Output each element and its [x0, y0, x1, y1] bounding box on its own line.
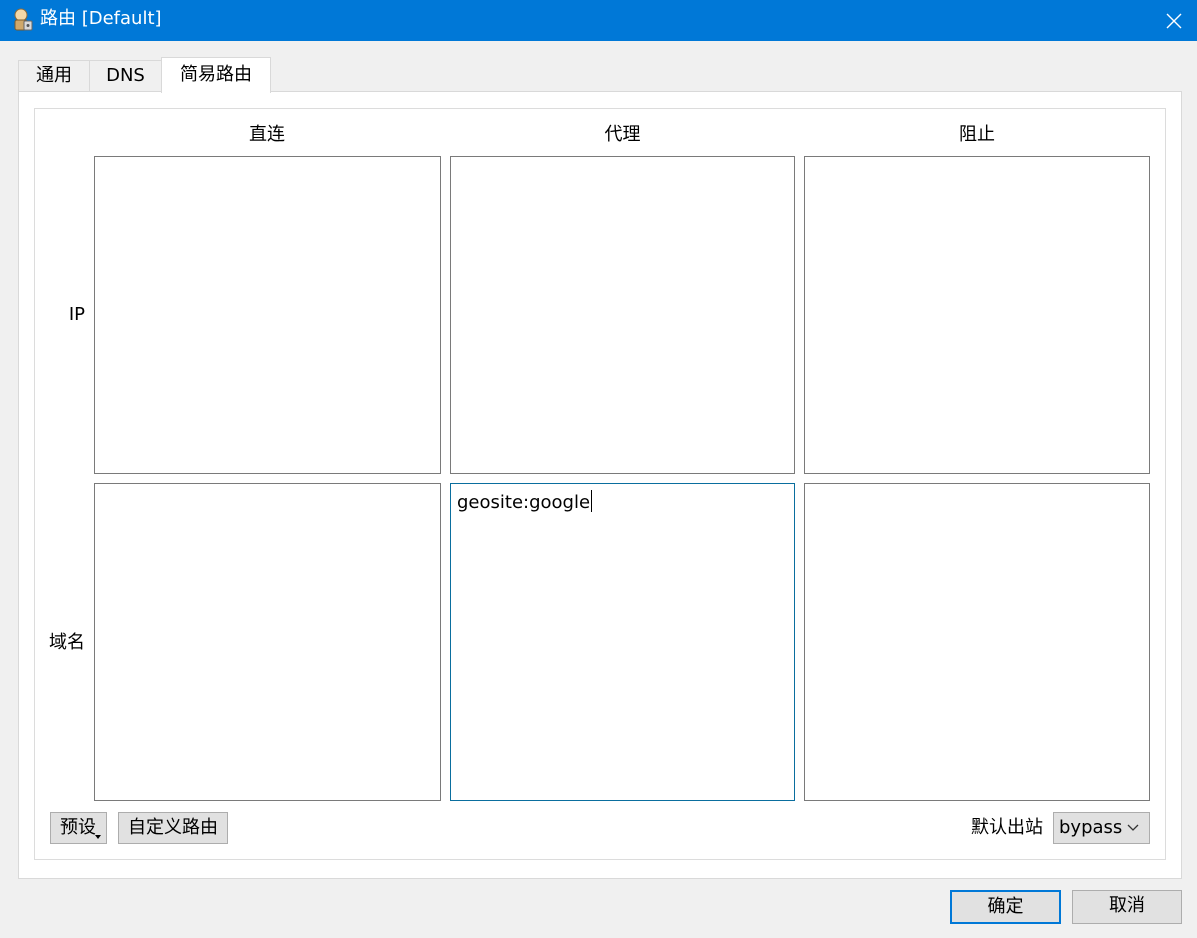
ip-block-textbox[interactable] [804, 156, 1150, 474]
default-outbound-label: 默认出站 [971, 817, 1043, 838]
app-icon [14, 8, 33, 31]
cancel-button[interactable]: 取消 [1072, 890, 1182, 924]
routing-group: 直连 代理 阻止 IP 域名 geosite:google 预设 自定义路由 默… [34, 108, 1166, 860]
text-caret [591, 490, 593, 512]
window-title: 路由 [Default] [40, 8, 162, 29]
custom-routing-button[interactable]: 自定义路由 [118, 812, 228, 844]
ok-button[interactable]: 确定 [950, 890, 1061, 924]
tab-dns[interactable]: DNS [89, 60, 162, 92]
tab-strip: 通用 DNS 简易路由 [18, 57, 418, 93]
domain-proxy-text: geosite:google [457, 492, 591, 513]
default-outbound-select[interactable]: bypass [1053, 812, 1150, 844]
row-label-domain: 域名 [49, 632, 85, 653]
close-button[interactable] [1151, 0, 1197, 41]
domain-block-textbox[interactable] [804, 483, 1150, 801]
chevron-down-icon [1127, 824, 1139, 831]
tab-page-simple-routing: 直连 代理 阻止 IP 域名 geosite:google 预设 自定义路由 默… [18, 91, 1182, 879]
default-outbound-value: bypass [1059, 817, 1123, 838]
domain-direct-textbox[interactable] [94, 483, 441, 801]
tab-general[interactable]: 通用 [18, 60, 90, 92]
tab-simple-routing[interactable]: 简易路由 [161, 57, 271, 93]
domain-proxy-textbox[interactable]: geosite:google [450, 483, 795, 801]
close-icon [1166, 13, 1182, 28]
row-label-ip: IP [68, 304, 85, 325]
preset-button[interactable]: 预设 [50, 812, 107, 844]
preset-label: 预设 [60, 817, 96, 838]
column-header-direct: 直连 [249, 124, 285, 145]
column-header-block: 阻止 [959, 124, 995, 145]
title-bar: 路由 [Default] [0, 0, 1197, 41]
ip-direct-textbox[interactable] [94, 156, 441, 474]
ip-proxy-textbox[interactable] [450, 156, 795, 474]
column-header-proxy: 代理 [604, 124, 641, 145]
dropdown-arrow-icon [95, 835, 101, 839]
